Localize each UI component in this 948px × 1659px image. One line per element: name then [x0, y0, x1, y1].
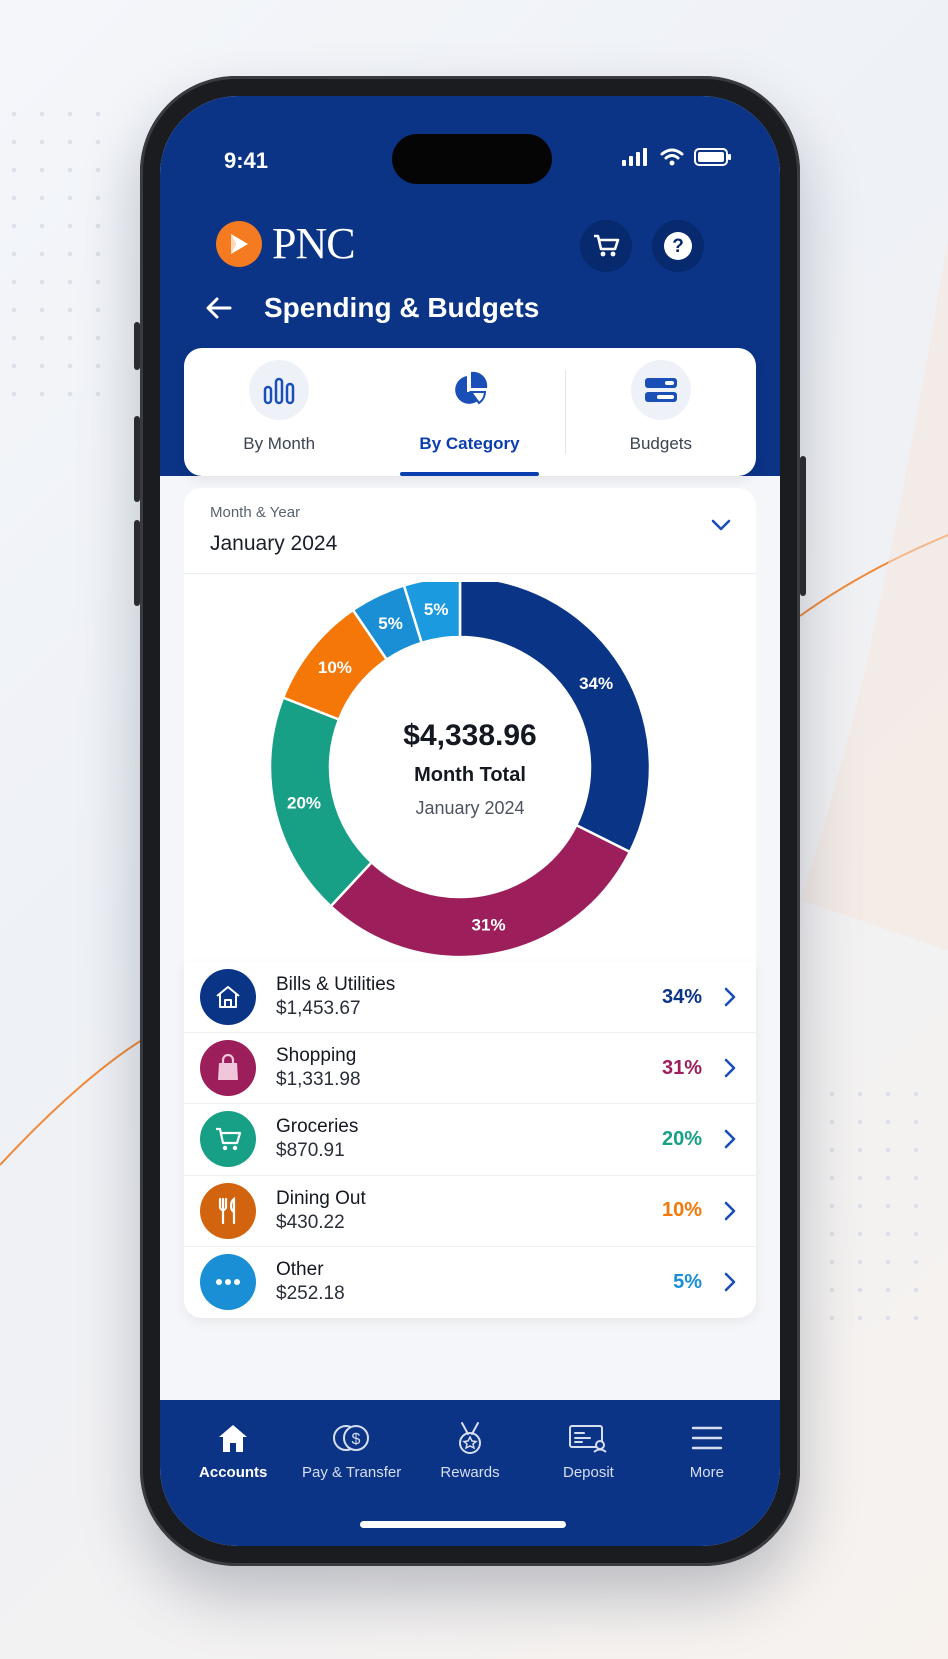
- svg-text:$: $: [351, 1431, 360, 1448]
- month-year-value: January 2024: [210, 532, 338, 555]
- chevron-right-icon: [724, 1130, 736, 1149]
- nav-label: More: [689, 1464, 724, 1481]
- category-list: Bills & Utilities $1,453.67 34% Shopping…: [184, 962, 756, 1318]
- category-row-other[interactable]: Other $252.18 5%: [184, 1247, 756, 1318]
- month-total-period: January 2024: [415, 798, 525, 818]
- home-icon: [216, 1418, 250, 1458]
- back-arrow-icon[interactable]: [204, 296, 234, 320]
- donut-chart-card: 34% 31% 20% 10% 5% 5% $4,338.96 Month Total J…: [184, 574, 756, 964]
- chevron-right-icon: [724, 987, 736, 1007]
- category-name: Other: [276, 1259, 324, 1281]
- shopping-bag-icon: [200, 1040, 256, 1097]
- title-row: Spending & Budgets: [204, 292, 539, 324]
- help-button[interactable]: ?: [652, 220, 704, 272]
- tab-label: By Month: [243, 434, 316, 453]
- month-total-label: Month Total: [414, 764, 526, 786]
- medal-icon: [454, 1418, 486, 1458]
- battery-icon: [694, 148, 731, 166]
- home-icon: [200, 969, 256, 1026]
- nav-label: Deposit: [562, 1464, 614, 1481]
- donut-slice[interactable]: [328, 823, 632, 959]
- bottom-nav: Accounts $ Pay & Transfer Rewards Deposi…: [160, 1400, 780, 1546]
- category-name: Shopping: [276, 1045, 357, 1067]
- donut-slice-label: 31%: [472, 915, 506, 934]
- pie-chart-icon: [439, 360, 499, 420]
- home-indicator: [360, 1521, 566, 1528]
- category-row-shopping[interactable]: Shopping $1,331.98 31%: [184, 1033, 756, 1105]
- svg-text:?: ?: [672, 236, 684, 257]
- brand: PNC: [216, 218, 356, 269]
- cart-icon: [594, 234, 620, 257]
- category-row-groceries[interactable]: Groceries $870.91 20%: [184, 1104, 756, 1176]
- pnc-logo-icon: [216, 220, 262, 267]
- dollar-transfer-icon: $: [332, 1418, 372, 1458]
- category-percent: 10%: [661, 1199, 702, 1222]
- category-name: Dining Out: [276, 1187, 366, 1209]
- more-dots-icon: [200, 1254, 256, 1311]
- category-percent: 31%: [661, 1056, 702, 1079]
- wifi-icon: [660, 148, 684, 166]
- nav-label: Rewards: [440, 1464, 500, 1481]
- donut-slice-label: 5%: [424, 600, 449, 619]
- category-row-bills[interactable]: Bills & Utilities $1,453.67 34%: [184, 962, 756, 1034]
- nav-accounts[interactable]: Accounts: [174, 1400, 292, 1546]
- donut-slice-label: 10%: [318, 658, 352, 677]
- category-percent: 34%: [661, 985, 702, 1008]
- category-percent: 5%: [673, 1270, 702, 1293]
- donut-slice-label: 5%: [378, 614, 403, 633]
- category-amount: $870.91: [276, 1140, 345, 1162]
- budget-bars-icon: [630, 360, 691, 420]
- category-amount: $430.22: [276, 1211, 345, 1233]
- dynamic-island: [392, 134, 552, 184]
- category-row-dining[interactable]: Dining Out $430.22 10%: [184, 1176, 756, 1247]
- chevron-right-icon: [724, 1058, 736, 1078]
- tab-label: By Category: [419, 434, 520, 453]
- month-total-value: $4,338.96: [403, 719, 537, 752]
- category-amount: $1,331.98: [276, 1069, 361, 1091]
- nav-label: Pay & Transfer: [302, 1464, 402, 1481]
- category-name: Bills & Utilities: [276, 974, 396, 996]
- category-amount: $252.18: [276, 1283, 345, 1305]
- view-tabs: By Month By Category Budgets: [184, 348, 756, 476]
- category-name: Groceries: [276, 1116, 359, 1138]
- tab-by-month[interactable]: By Month: [184, 348, 374, 476]
- chevron-right-icon: [724, 1273, 736, 1292]
- tab-budgets[interactable]: Budgets: [566, 348, 756, 476]
- nav-more[interactable]: More: [648, 1400, 766, 1546]
- donut-slice-label: 34%: [579, 674, 613, 693]
- category-percent: 20%: [661, 1127, 702, 1150]
- signal-icon: [622, 148, 647, 166]
- page-title: Spending & Budgets: [264, 292, 540, 323]
- month-year-label: Month & Year: [210, 504, 301, 521]
- bar-chart-icon: [249, 360, 310, 420]
- utensils-icon: [200, 1182, 256, 1239]
- cart-button[interactable]: [580, 220, 632, 272]
- app-screen: 9:41 PNC ? Spending & Budgets By Month B…: [160, 96, 780, 1546]
- category-amount: $1,453.67: [276, 998, 361, 1020]
- check-deposit-icon: [568, 1418, 608, 1458]
- menu-icon: [691, 1418, 723, 1458]
- phone-frame: 9:41 PNC ? Spending & Budgets By Month B…: [134, 76, 806, 1566]
- tab-by-category[interactable]: By Category: [374, 348, 564, 476]
- help-icon: ?: [664, 232, 692, 260]
- tab-label: Budgets: [629, 434, 693, 453]
- chevron-right-icon: [724, 1201, 736, 1220]
- brand-name: PNC: [272, 219, 356, 268]
- nav-label: Accounts: [199, 1464, 268, 1481]
- chevron-down-icon: [711, 519, 731, 531]
- month-year-selector[interactable]: Month & Year January 2024: [184, 488, 756, 574]
- status-icons: [622, 148, 732, 166]
- status-time: 9:41: [224, 148, 269, 173]
- cart-icon: [200, 1111, 256, 1168]
